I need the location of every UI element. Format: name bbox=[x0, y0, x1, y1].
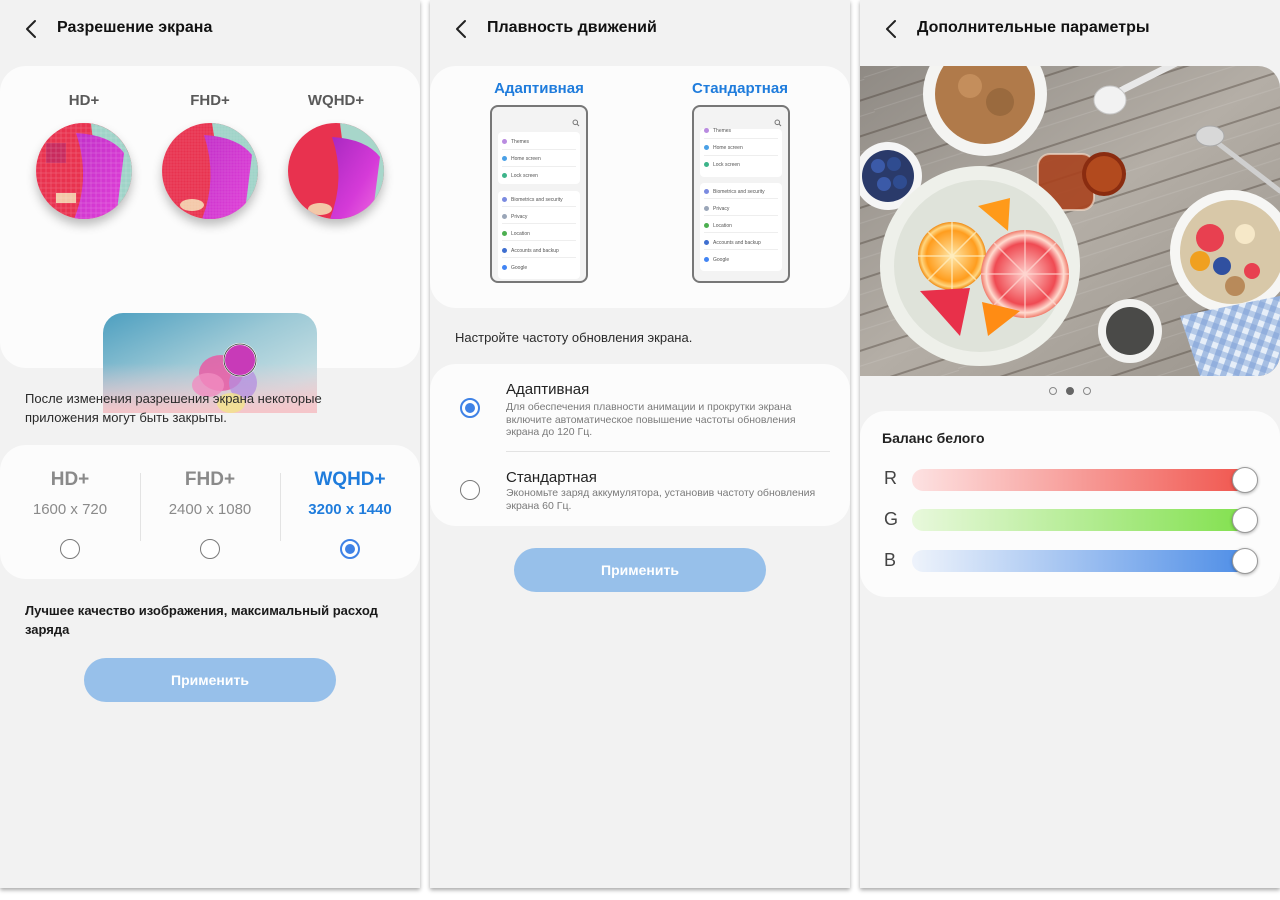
white-balance-title: Баланс белого bbox=[882, 430, 985, 446]
radio-standard[interactable] bbox=[460, 480, 480, 500]
resolution-preview-card: HD+ FHD+ WQHD+ bbox=[0, 66, 420, 413]
settings-item: Lock screen bbox=[502, 173, 538, 179]
option-size: 1600 x 720 bbox=[32, 501, 108, 518]
resolution-header: Разрешение экрана bbox=[0, 0, 420, 58]
red-slider[interactable] bbox=[912, 467, 1258, 493]
radio-fhd[interactable] bbox=[200, 539, 220, 559]
zoom-label-hd: HD+ bbox=[68, 92, 100, 109]
settings-item: Google bbox=[502, 265, 527, 271]
back-arrow-icon[interactable] bbox=[882, 19, 902, 39]
blue-slider[interactable] bbox=[912, 548, 1258, 574]
search-icon bbox=[774, 119, 782, 127]
resolution-option-wqhd[interactable]: WQHD+ 3200 x 1440 bbox=[280, 445, 420, 579]
option-description: Для обеспечения плавности анимации и про… bbox=[506, 401, 796, 438]
settings-item: Privacy bbox=[704, 206, 729, 212]
option-description: Экономьте заряд аккумулятора, установив … bbox=[506, 487, 816, 512]
blue-slider-thumb[interactable] bbox=[1232, 548, 1258, 574]
settings-item: Biometrics and security bbox=[502, 197, 563, 203]
page-title: Дополнительные параметры bbox=[917, 19, 1150, 36]
settings-group: Themes Home screen Lock screen bbox=[700, 128, 782, 177]
option-name: FHD+ bbox=[184, 469, 236, 490]
green-slider-thumb[interactable] bbox=[1232, 507, 1258, 533]
radio-adaptive[interactable] bbox=[460, 398, 480, 418]
apply-button[interactable]: Применить bbox=[84, 658, 336, 702]
settings-item: Biometrics and security bbox=[704, 189, 765, 195]
motion-header: Плавность движений bbox=[430, 0, 850, 58]
option-title: Адаптивная bbox=[506, 381, 590, 398]
refresh-option-standard[interactable]: Стандартная Экономьте заряд аккумулятора… bbox=[430, 452, 850, 524]
zoom-preview-wqhd bbox=[288, 123, 384, 219]
motion-panel: Плавность движений Адаптивная Стандартна… bbox=[430, 0, 850, 888]
advanced-panel: Дополнительные параметры Баланс белого R… bbox=[860, 0, 1280, 888]
page-dot[interactable] bbox=[1049, 387, 1057, 395]
settings-group: Biometrics and security Privacy Location… bbox=[498, 191, 580, 279]
refresh-option-adaptive[interactable]: Адаптивная Для обеспечения плавности ани… bbox=[430, 364, 850, 450]
settings-item: Home screen bbox=[704, 145, 743, 151]
red-slider-thumb[interactable] bbox=[1232, 467, 1258, 493]
advanced-header: Дополнительные параметры bbox=[860, 0, 1280, 58]
resolution-option-hd[interactable]: HD+ 1600 x 720 bbox=[0, 445, 140, 579]
option-size: 3200 x 1440 bbox=[308, 501, 392, 518]
slider-label-g: G bbox=[884, 509, 899, 529]
radio-wqhd[interactable] bbox=[340, 539, 360, 559]
phone-preview-standard: Themes Home screen Lock screen Biometric… bbox=[692, 105, 790, 283]
white-balance-card: Баланс белого R G B bbox=[860, 411, 1280, 597]
settings-item: Google bbox=[704, 257, 729, 263]
green-slider[interactable] bbox=[912, 507, 1258, 533]
slider-label-b: B bbox=[884, 550, 897, 570]
settings-group: Biometrics and security Privacy Location… bbox=[700, 183, 782, 271]
settings-item: Location bbox=[704, 223, 732, 229]
settings-item: Location bbox=[502, 231, 530, 237]
refresh-rate-options-card: Адаптивная Для обеспечения плавности ани… bbox=[430, 364, 850, 526]
option-title: Стандартная bbox=[506, 469, 597, 486]
page-title: Разрешение экрана bbox=[57, 19, 213, 36]
preview-label-standard: Стандартная bbox=[692, 80, 788, 97]
phone-preview-adaptive: Themes Home screen Lock screen Biometric… bbox=[490, 105, 588, 283]
radio-hd[interactable] bbox=[60, 539, 80, 559]
sample-food-photo bbox=[860, 66, 1280, 376]
slider-label-r: R bbox=[884, 468, 897, 488]
settings-item: Accounts and backup bbox=[704, 240, 761, 246]
zoom-label-fhd: FHD+ bbox=[190, 92, 230, 109]
resolution-panel: Разрешение экрана HD+ FHD+ WQHD+ После и… bbox=[0, 0, 420, 888]
page-dot[interactable] bbox=[1083, 387, 1091, 395]
settings-group: Themes Home screen Lock screen bbox=[498, 132, 580, 184]
resolution-option-fhd[interactable]: FHD+ 2400 x 1080 bbox=[140, 445, 280, 579]
motion-preview-card: Адаптивная Стандартная Themes Home scree… bbox=[430, 66, 850, 308]
refresh-rate-instruction: Настройте частоту обновления экрана. bbox=[455, 330, 693, 345]
back-arrow-icon[interactable] bbox=[22, 19, 42, 39]
search-icon bbox=[572, 119, 580, 127]
page-title: Плавность движений bbox=[487, 19, 657, 36]
settings-item: Themes bbox=[502, 139, 529, 145]
option-size: 2400 x 1080 bbox=[168, 501, 252, 518]
settings-item: Privacy bbox=[502, 214, 527, 220]
settings-item: Themes bbox=[704, 128, 731, 134]
zoom-label-wqhd: WQHD+ bbox=[307, 92, 365, 109]
option-name: HD+ bbox=[50, 469, 90, 490]
settings-item: Lock screen bbox=[704, 162, 740, 168]
zoom-preview-hd bbox=[36, 123, 132, 219]
resolution-note: После изменения разрешения экрана некото… bbox=[25, 391, 322, 425]
settings-item: Home screen bbox=[502, 156, 541, 162]
preview-label-adaptive: Адаптивная bbox=[494, 80, 584, 97]
zoom-preview-fhd bbox=[162, 123, 258, 219]
option-name: WQHD+ bbox=[314, 469, 386, 490]
settings-item: Accounts and backup bbox=[502, 248, 559, 254]
back-arrow-icon[interactable] bbox=[452, 19, 472, 39]
resolution-options-card: HD+ 1600 x 720 FHD+ 2400 x 1080 WQHD+ 32… bbox=[0, 445, 420, 579]
page-dot[interactable] bbox=[1066, 387, 1074, 395]
apply-button[interactable]: Применить bbox=[514, 548, 766, 592]
quality-description: Лучшее качество изображения, максимальны… bbox=[25, 603, 378, 637]
